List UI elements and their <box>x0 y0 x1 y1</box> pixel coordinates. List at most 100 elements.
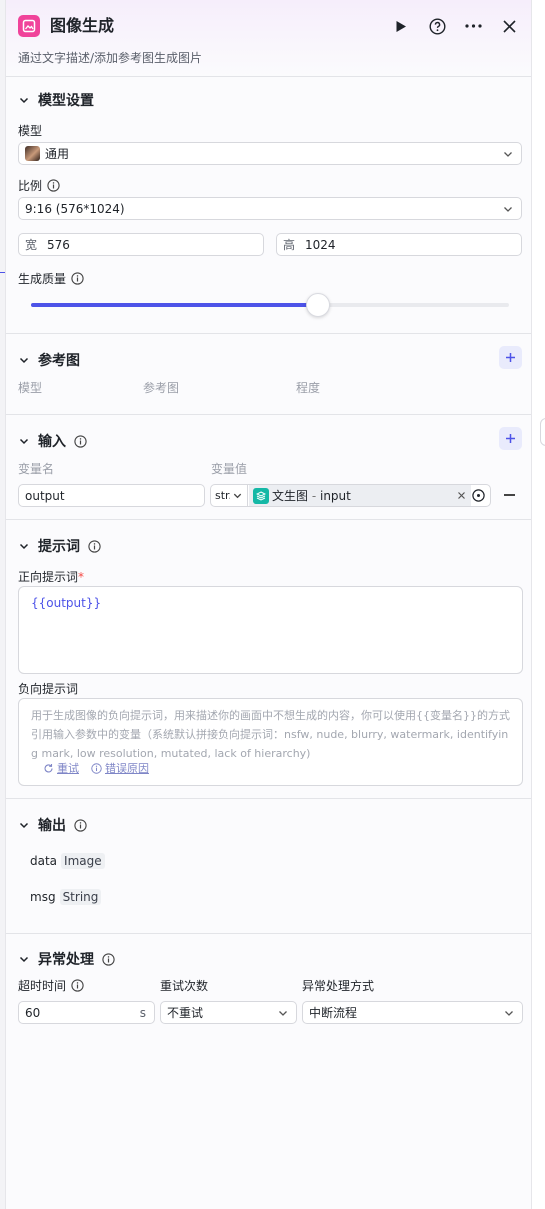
chevron-down-icon <box>18 540 30 552</box>
close-icon[interactable] <box>498 15 520 37</box>
output-field-msg: msg String <box>30 889 102 905</box>
scroll-handle[interactable] <box>540 418 545 446</box>
more-icon[interactable] <box>462 15 484 37</box>
divider <box>6 933 531 934</box>
error-reason-link[interactable]: 错误原因 <box>91 760 149 776</box>
timeout-label-row: 超时时间 <box>18 977 84 994</box>
retry-count-value: 不重试 <box>167 1006 204 1020</box>
section-title: 参考图 <box>38 353 80 369</box>
section-title: 异常处理 <box>38 952 94 968</box>
input-col-value: 变量值 <box>211 462 248 476</box>
retry-count-select[interactable]: 不重试 <box>160 1001 297 1024</box>
var-name-input[interactable]: output <box>18 484 205 507</box>
width-prefix: 宽 <box>25 238 38 252</box>
output-field-name: data <box>30 854 58 868</box>
help-icon[interactable] <box>426 15 448 37</box>
model-label: 模型 <box>18 124 43 138</box>
chevron-down-icon <box>18 953 30 965</box>
node-panel: 图像生成 通过文字描述/添加参考图生成图片 模型设置 模型 通用 比例 9:16… <box>5 0 532 1209</box>
height-input[interactable]: 高 1024 <box>276 233 522 256</box>
timeout-unit: s <box>139 1005 146 1020</box>
positive-prompt-label: 正向提示词 <box>18 570 79 584</box>
var-name-value: output <box>25 488 65 503</box>
ref-field-name: input <box>319 488 351 503</box>
chevron-down-icon <box>18 819 30 831</box>
remove-input-icon[interactable] <box>504 494 515 496</box>
exception-mode-label: 异常处理方式 <box>302 979 375 993</box>
section-exception[interactable]: 异常处理 <box>18 949 115 969</box>
model-value: 通用 <box>45 147 70 161</box>
section-input[interactable]: 输入 <box>18 431 87 451</box>
ratio-select[interactable]: 9:16 (576*1024) <box>18 197 522 220</box>
output-field-data: data Image <box>30 853 105 869</box>
plus-icon <box>506 353 515 362</box>
model-avatar <box>25 146 40 161</box>
info-icon[interactable] <box>74 818 87 832</box>
quality-label: 生成质量 <box>18 272 67 286</box>
ratio-label-row: 比例 <box>18 177 60 194</box>
info-icon[interactable] <box>47 179 60 192</box>
section-reference[interactable]: 参考图 <box>18 350 80 370</box>
reference-col-degree: 程度 <box>296 381 321 395</box>
panel-title: 图像生成 <box>50 16 115 35</box>
chevron-down-icon <box>18 435 30 447</box>
ratio-value: 9:16 (576*1024) <box>25 201 125 216</box>
clear-icon[interactable] <box>457 489 466 503</box>
section-title: 提示词 <box>38 539 80 555</box>
divider <box>6 333 531 334</box>
variable-picker-icon[interactable] <box>472 489 485 505</box>
ref-node-name: 文生图 <box>272 489 309 503</box>
quality-label-row: 生成质量 <box>18 270 84 287</box>
info-icon[interactable] <box>74 434 87 448</box>
chevron-down-icon <box>18 94 30 106</box>
chevron-down-icon <box>502 148 514 160</box>
workflow-node-icon <box>253 487 269 504</box>
height-prefix: 高 <box>283 238 296 252</box>
ref-separator: - <box>308 488 320 503</box>
width-value: 576 <box>47 237 70 252</box>
run-icon[interactable] <box>390 15 412 37</box>
chevron-down-icon <box>277 1007 289 1019</box>
info-icon[interactable] <box>71 272 84 285</box>
section-title: 输入 <box>38 434 66 450</box>
quality-slider-fill <box>31 303 318 307</box>
info-icon[interactable] <box>102 952 115 966</box>
ratio-label: 比例 <box>18 179 43 193</box>
type-value: str. <box>215 489 230 502</box>
negative-prompt-editor[interactable]: 用于生成图像的负向提示词，用来描述你的画面中不想生成的内容，你可以使用{{变量名… <box>18 698 523 786</box>
section-title: 模型设置 <box>38 93 94 109</box>
add-input-button[interactable] <box>499 427 522 450</box>
section-model-settings[interactable]: 模型设置 <box>18 90 94 110</box>
timeout-label: 超时时间 <box>18 979 67 993</box>
section-prompt[interactable]: 提示词 <box>18 536 101 556</box>
height-value: 1024 <box>305 237 336 252</box>
negative-prompt-placeholder: 用于生成图像的负向提示词，用来描述你的画面中不想生成的内容，你可以使用{{变量名… <box>31 709 510 760</box>
retry-count-label: 重试次数 <box>160 979 209 993</box>
info-icon[interactable] <box>71 979 84 992</box>
image-node-icon <box>18 15 40 37</box>
chevron-down-icon <box>502 203 514 215</box>
model-select[interactable]: 通用 <box>18 142 522 165</box>
timeout-input[interactable]: 60 s <box>18 1001 155 1024</box>
error-reason-label: 错误原因 <box>105 762 149 775</box>
info-icon <box>91 762 102 774</box>
section-output[interactable]: 输出 <box>18 815 87 835</box>
plus-icon <box>506 434 515 443</box>
output-field-type: Image <box>61 853 105 869</box>
positive-prompt-label-row: 正向提示词 * <box>18 568 84 585</box>
add-reference-button[interactable] <box>499 346 522 369</box>
ref-chip[interactable]: 文生图 - input <box>249 485 471 506</box>
quality-slider-thumb[interactable] <box>306 293 330 317</box>
reference-col-image: 参考图 <box>143 381 180 395</box>
exception-mode-select[interactable]: 中断流程 <box>302 1001 523 1024</box>
type-select[interactable]: str. <box>211 485 248 506</box>
divider <box>6 76 531 77</box>
positive-prompt-editor[interactable]: {{output}} <box>18 586 523 674</box>
info-icon[interactable] <box>88 539 101 553</box>
timeout-value: 60 <box>25 1005 41 1020</box>
retry-link[interactable]: 重试 <box>43 760 79 776</box>
reference-col-model: 模型 <box>18 381 43 395</box>
divider <box>6 798 531 799</box>
chevron-down-icon <box>233 493 242 499</box>
width-input[interactable]: 宽 576 <box>18 233 264 256</box>
